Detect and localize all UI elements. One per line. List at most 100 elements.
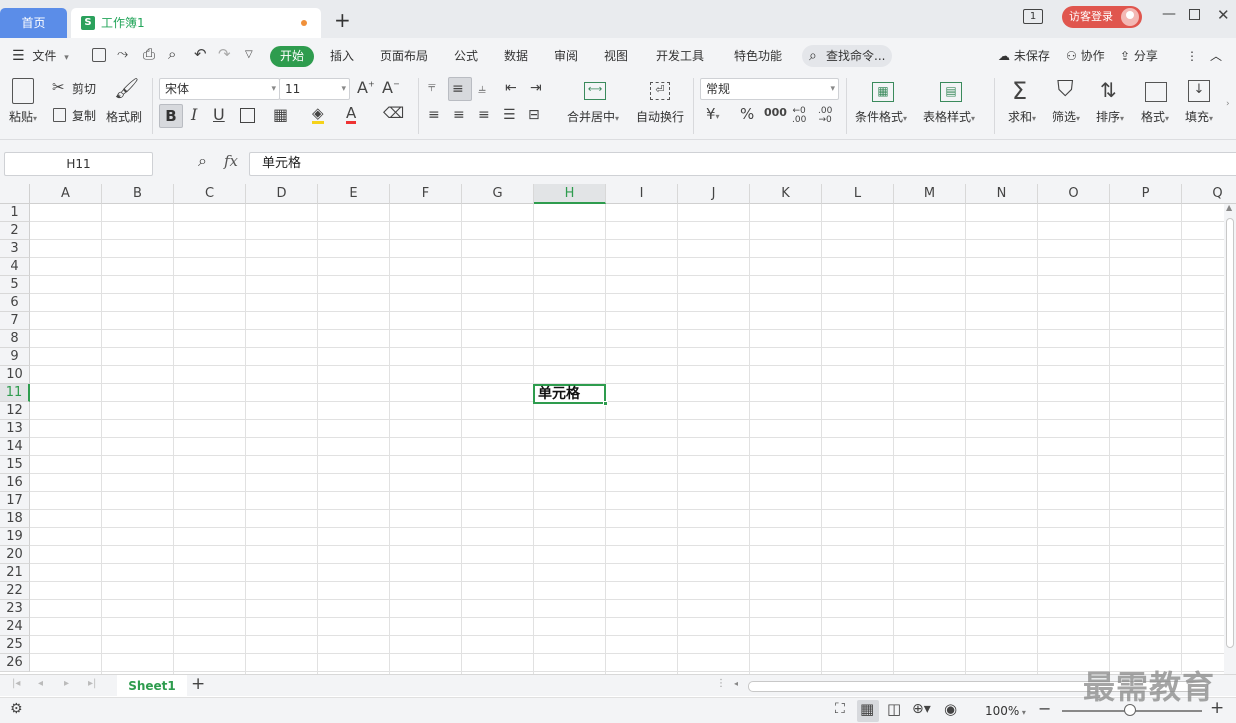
column-header-i[interactable]: I [606, 184, 678, 204]
row-header-14[interactable]: 14 [0, 438, 30, 456]
paste-button[interactable]: 粘贴▾ [9, 110, 37, 126]
column-header-l[interactable]: L [822, 184, 894, 204]
format-painter-button[interactable]: 格式刷 [106, 110, 142, 124]
ribbon-scroll-right-icon[interactable]: › [1226, 100, 1230, 109]
last-sheet-icon[interactable]: ▸| [88, 679, 96, 689]
column-header-c[interactable]: C [174, 184, 246, 204]
file-menu[interactable]: ☰ 文件 ▾ [12, 48, 69, 66]
sort-icon[interactable]: ⇅ [1100, 80, 1117, 100]
border-icon[interactable] [240, 108, 255, 123]
merge-center-icon[interactable]: ⟷ [584, 82, 606, 100]
increase-font-icon[interactable]: A+ [357, 80, 375, 96]
column-header-p[interactable]: P [1110, 184, 1182, 204]
row-header-1[interactable]: 1 [0, 204, 30, 222]
row-header-3[interactable]: 3 [0, 240, 30, 258]
spreadsheet-grid[interactable]: ABCDEFGHIJKLMNOPQ 1 2 3 4 5 6 7 8 9 10 11 12 13 14 15 1… [0, 184, 1236, 674]
fx-button[interactable]: fx [224, 154, 238, 169]
menu-features[interactable]: 特色功能 [734, 48, 782, 64]
formula-input[interactable]: 单元格 [249, 152, 1236, 176]
row-header-20[interactable]: 20 [0, 546, 30, 564]
decrease-font-icon[interactable]: A− [382, 80, 400, 96]
column-header-h[interactable]: H [534, 184, 606, 204]
minimize-icon[interactable]: — [1162, 6, 1176, 22]
row-header-26[interactable]: 26 [0, 654, 30, 672]
fullscreen-icon[interactable]: ⛶ [835, 702, 845, 716]
format-icon[interactable] [1145, 82, 1167, 102]
add-sheet-button[interactable]: + [191, 676, 205, 693]
row-header-18[interactable]: 18 [0, 510, 30, 528]
font-color-icon[interactable]: A [346, 106, 357, 124]
row-header-8[interactable]: 8 [0, 330, 30, 348]
column-header-j[interactable]: J [678, 184, 750, 204]
row-header-21[interactable]: 21 [0, 564, 30, 582]
align-left-icon[interactable]: ≡ [428, 108, 440, 122]
copy-icon[interactable] [53, 108, 66, 122]
zoom-out-icon[interactable]: − [1038, 701, 1051, 717]
paste-icon[interactable] [12, 78, 34, 104]
filter-icon[interactable]: ⛉ [1057, 79, 1074, 101]
selected-cell[interactable]: 单元格 [533, 384, 606, 404]
row-header-25[interactable]: 25 [0, 636, 30, 654]
vertical-scroll-thumb[interactable] [1226, 218, 1234, 648]
column-header-m[interactable]: M [894, 184, 966, 204]
column-header-o[interactable]: O [1038, 184, 1110, 204]
align-top-icon[interactable]: ⫧ [428, 80, 436, 94]
share-button[interactable]: ⇪ 分享 [1120, 48, 1158, 64]
macro-icon[interactable]: ⚙ [10, 702, 23, 716]
row-header-15[interactable]: 15 [0, 456, 30, 474]
row-header-12[interactable]: 12 [0, 402, 30, 420]
print-preview-icon[interactable]: ⌕ [168, 47, 176, 62]
decrease-indent-icon[interactable]: ⇤ [505, 81, 517, 95]
menu-page-layout[interactable]: 页面布局 [380, 48, 428, 64]
currency-icon[interactable]: ¥▾ [706, 107, 720, 122]
redo-icon[interactable]: ↷ [218, 47, 231, 62]
row-header-7[interactable]: 7 [0, 312, 30, 330]
table-style-icon[interactable]: ▤ [940, 82, 962, 102]
align-center-icon[interactable]: ≡ [453, 108, 465, 122]
row-header-11[interactable]: 11 [0, 384, 30, 402]
justify-icon[interactable]: ☰ [503, 108, 516, 122]
menu-formula[interactable]: 公式 [454, 48, 478, 64]
vertical-scrollbar[interactable]: ▲ [1224, 204, 1236, 674]
collapse-ribbon-icon[interactable]: ︿ [1210, 48, 1222, 64]
table-style-button[interactable]: 表格样式▾ [923, 110, 975, 126]
login-button[interactable]: 访客登录 [1062, 6, 1142, 28]
fill-icon[interactable]: ↓ [1188, 80, 1210, 102]
column-header-e[interactable]: E [318, 184, 390, 204]
conditional-format-icon[interactable]: ▦ [872, 82, 894, 102]
conditional-format-button[interactable]: 条件格式▾ [855, 110, 907, 126]
increase-indent-icon[interactable]: ⇥ [530, 81, 542, 95]
column-header-n[interactable]: N [966, 184, 1038, 204]
format-button[interactable]: 格式▾ [1141, 110, 1169, 126]
align-bottom-icon[interactable]: ⫨ [478, 82, 486, 96]
align-right-icon[interactable]: ≡ [478, 108, 490, 122]
bold-button[interactable]: B [159, 104, 183, 128]
wrap-text-icon[interactable]: ⏎ [650, 82, 670, 100]
page-layout-view-icon[interactable]: ◫ [887, 702, 901, 717]
row-header-9[interactable]: 9 [0, 348, 30, 366]
column-header-f[interactable]: F [390, 184, 462, 204]
column-header-q[interactable]: Q [1182, 184, 1236, 204]
fill-color-icon[interactable]: ◈ [312, 106, 324, 124]
scroll-left-icon[interactable]: ◂ [734, 680, 738, 688]
menu-start[interactable]: 开始 [270, 46, 314, 67]
filter-button[interactable]: 筛选▾ [1052, 110, 1080, 126]
row-header-24[interactable]: 24 [0, 618, 30, 636]
font-size-select[interactable]: 11 [279, 78, 350, 100]
decrease-decimal-icon[interactable]: .00 →0 [818, 107, 832, 125]
print-icon[interactable]: ⎙ [143, 47, 155, 62]
unsaved-button[interactable]: ☁ 未保存 [998, 48, 1050, 64]
row-header-6[interactable]: 6 [0, 294, 30, 312]
zoom-search-icon[interactable]: ⌕ [198, 153, 207, 169]
menu-insert[interactable]: 插入 [330, 48, 354, 64]
row-header-10[interactable]: 10 [0, 366, 30, 384]
cell-style-icon[interactable]: ▦ [273, 107, 288, 123]
close-icon[interactable]: ✕ [1217, 7, 1230, 23]
format-painter-icon[interactable]: 🖌 [114, 78, 139, 104]
new-tab-button[interactable]: + [334, 10, 351, 30]
maximize-icon[interactable] [1189, 9, 1200, 20]
cut-button[interactable]: 剪切 [72, 82, 96, 96]
distributed-icon[interactable]: ⊟ [528, 108, 540, 122]
row-header-19[interactable]: 19 [0, 528, 30, 546]
menu-data[interactable]: 数据 [504, 48, 528, 64]
